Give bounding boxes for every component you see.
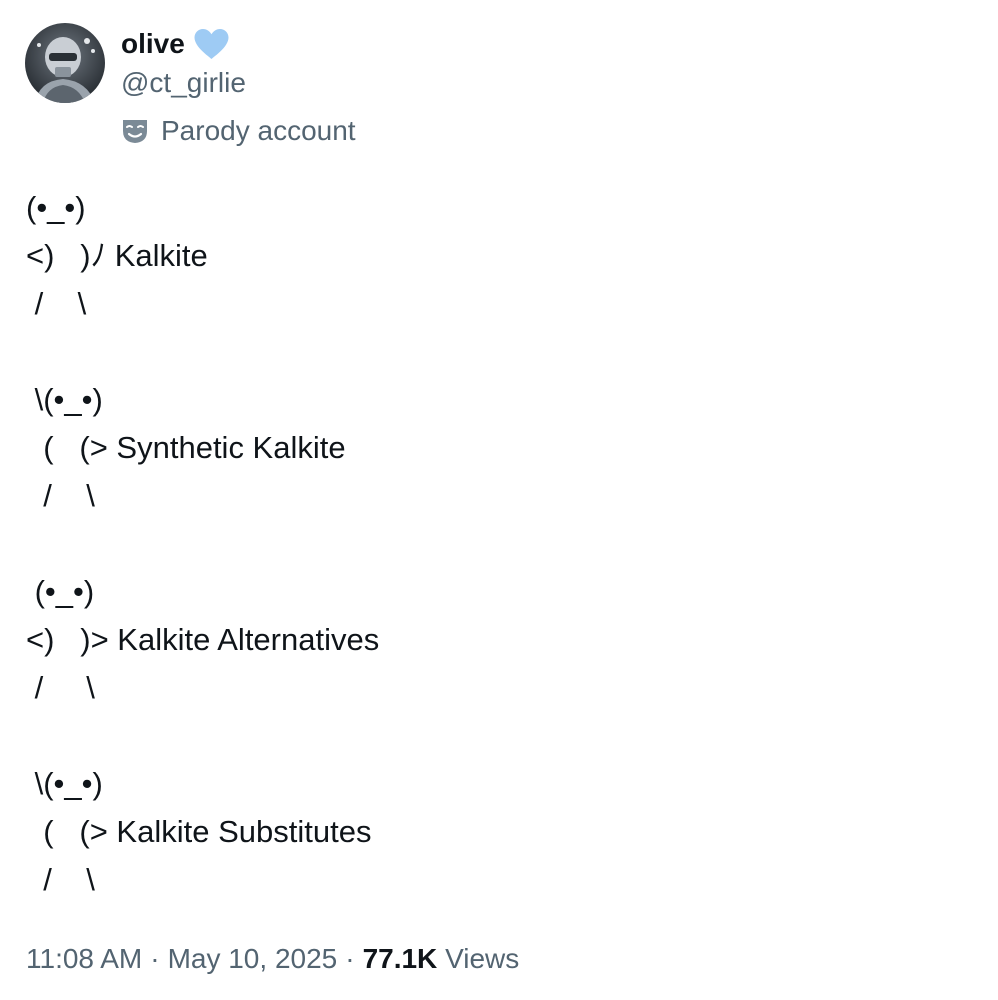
parody-label-text: Parody account <box>161 115 356 146</box>
views-spacer <box>437 943 445 975</box>
blue-heart-icon <box>193 28 230 60</box>
parody-label: Parody account <box>121 113 356 149</box>
avatar-image <box>25 23 105 103</box>
user-handle[interactable]: @ct_girlie <box>121 65 246 101</box>
meta-separator: · <box>150 943 160 974</box>
tweet-meta: 11:08 AM · May 10, 2025 · 77.1K Views <box>26 940 519 978</box>
theater-mask-icon <box>121 117 149 145</box>
display-name[interactable]: olive <box>121 26 230 62</box>
meta-separator: · <box>345 943 355 974</box>
tweet-text: (•_•) <) )ﾉ Kalkite / \ \(•_•) ( (> Synt… <box>26 190 380 897</box>
timestamp-date[interactable]: May 10, 2025 <box>168 943 338 975</box>
views-count: 77.1K <box>362 943 438 974</box>
avatar[interactable] <box>25 23 105 103</box>
display-name-text: olive <box>121 28 185 59</box>
views-label: Views <box>445 943 520 974</box>
timestamp-time[interactable]: 11:08 AM <box>26 943 142 975</box>
